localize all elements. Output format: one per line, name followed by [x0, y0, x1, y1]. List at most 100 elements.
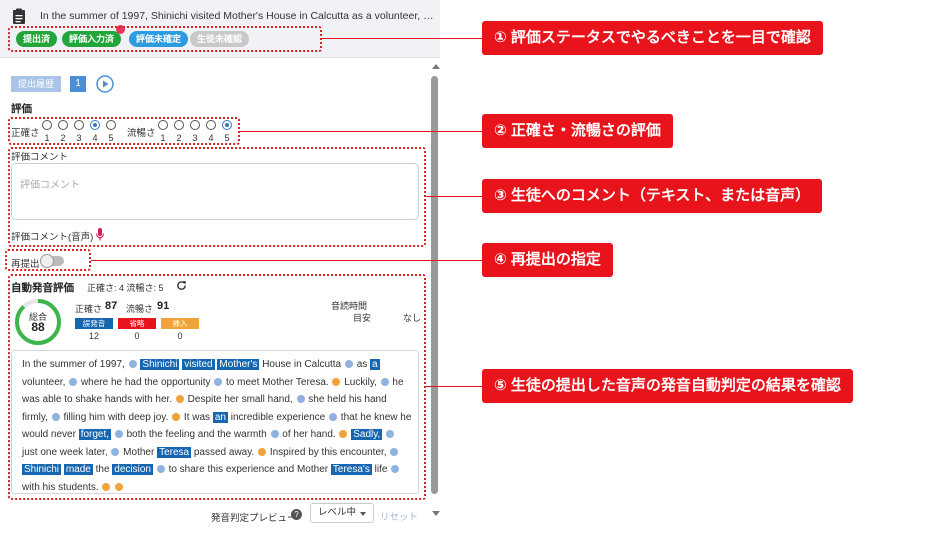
fluency-scale-label: 3 — [192, 133, 198, 143]
prompt-text: In the summer of 1997, Shinichi visited … — [40, 10, 435, 22]
auto-accuracy-label: 正確さ — [75, 304, 103, 314]
accuracy-label: 正確さ — [11, 128, 40, 139]
pause-marker-icon — [296, 395, 305, 404]
count-insertion: 0 — [177, 331, 183, 341]
passage-text: to meet Mother Teresa. — [226, 376, 332, 388]
mispronounced-word[interactable]: a — [370, 359, 380, 370]
refresh-icon[interactable] — [176, 280, 187, 291]
passage-text: It was — [183, 411, 213, 423]
pause-marker-icon — [51, 412, 60, 421]
accuracy-radio-5[interactable] — [106, 120, 116, 130]
fluency-radio-3[interactable] — [190, 120, 200, 130]
play-icon[interactable] — [96, 75, 114, 93]
connector-line-5 — [426, 386, 482, 387]
fluency-scale-label: 2 — [176, 133, 182, 143]
auto-accuracy-score: 87 — [105, 300, 118, 312]
chevron-down-icon — [360, 512, 366, 516]
long-pause-marker-icon — [115, 482, 124, 491]
callout-resubmit: ④ 再提出の指定 — [482, 243, 613, 277]
passage-text: Mother — [123, 446, 158, 458]
connector-line-4 — [91, 260, 482, 261]
mispronounced-word[interactable]: Shinichi — [22, 464, 62, 475]
passage-text: both the feeling and the warmth — [126, 429, 270, 440]
microphone-icon[interactable] — [96, 228, 104, 241]
long-pause-marker-icon — [258, 447, 267, 456]
passage-text: life — [374, 464, 391, 475]
passage-text: Luckily, — [344, 376, 380, 388]
fluency-radio-5[interactable] — [222, 120, 232, 130]
mispronounced-word[interactable]: forget, — [78, 429, 112, 440]
passage-line: Shinichi made the decision to share this… — [22, 464, 400, 475]
accuracy-radio-3[interactable] — [74, 120, 84, 130]
pause-marker-icon — [329, 412, 338, 421]
callout-rating: ② 正確さ・流暢さの評価 — [482, 114, 673, 148]
mispronounced-word[interactable]: visited — [182, 359, 215, 370]
mispronounced-word[interactable]: Mother's — [217, 359, 260, 370]
scroll-down-arrow-icon[interactable] — [432, 511, 440, 516]
mispronounced-word[interactable]: Sadly, — [351, 429, 383, 440]
callout-status: ① 評価ステータスでやるべきことを一目で確認 — [482, 21, 823, 55]
accuracy-scale-label: 4 — [92, 133, 98, 143]
connector-line-2 — [240, 131, 482, 132]
accuracy-radio-2[interactable] — [58, 120, 68, 130]
passage-line: would never forget, both the feeling and… — [22, 429, 395, 440]
resubmit-toggle-knob[interactable] — [40, 254, 54, 268]
callout-auto-eval: ⑤ 生徒の提出した音声の発音自動判定の結果を確認 — [482, 369, 853, 403]
passage-line: In the summer of 1997, Shinichi visited … — [22, 359, 380, 370]
total-score: 88 — [31, 320, 45, 334]
preview-label: 発音判定プレビュー — [211, 513, 297, 524]
badge-insertion: 挿入 — [161, 318, 199, 329]
pause-marker-icon — [111, 447, 120, 456]
accuracy-radio-4[interactable] — [90, 120, 100, 130]
accuracy-radio-1[interactable] — [42, 120, 52, 130]
pause-marker-icon — [344, 360, 353, 369]
target-value: なし — [403, 313, 422, 323]
resubmit-label: 再提出 — [11, 259, 40, 270]
long-pause-marker-icon — [332, 377, 341, 386]
reset-link[interactable]: リセット — [380, 509, 418, 523]
passage-box: In the summer of 1997, Shinichi visited … — [11, 350, 419, 494]
mispronounced-word[interactable]: Teresa's — [330, 464, 372, 475]
comment-input[interactable]: 評価コメント — [11, 163, 419, 220]
auto-eval-title: 自動発音評価 — [11, 282, 74, 294]
passage-line: was able to shake hands with her. Despit… — [22, 394, 387, 405]
passage-text: as — [356, 359, 371, 370]
help-icon[interactable]: ? — [291, 509, 302, 520]
fluency-scale-label: 1 — [160, 133, 166, 143]
count-mispronunciation: 12 — [88, 331, 99, 341]
passage-line: volunteer, where he had the opportunity … — [22, 377, 404, 388]
mispronounced-word[interactable]: made — [63, 464, 93, 475]
callout-comment: ③ 生徒へのコメント（テキスト、または音声） — [482, 179, 823, 213]
comment-placeholder: 評価コメント — [20, 180, 80, 191]
fluency-label: 流暢さ — [127, 128, 156, 139]
badge-omission: 省略 — [118, 318, 156, 329]
mispronounced-word[interactable]: decision — [112, 464, 153, 475]
auto-eval-summary: 正確さ: 4 流暢さ: 5 — [87, 283, 164, 293]
pause-marker-icon — [386, 430, 395, 439]
fluency-radio-2[interactable] — [174, 120, 184, 130]
pause-marker-icon — [128, 360, 137, 369]
fluency-radio-4[interactable] — [206, 120, 216, 130]
comment-label: 評価コメント — [11, 152, 69, 163]
passage-text: was able to shake hands with her. — [22, 394, 175, 405]
mispronounced-word[interactable]: Teresa — [157, 446, 192, 458]
evaluation-title: 評価 — [11, 103, 32, 115]
passage-text: Inspired by this encounter, — [269, 446, 390, 458]
passage-text: incredible experience — [230, 411, 329, 423]
scroll-up-arrow-icon[interactable] — [432, 64, 440, 69]
pause-marker-icon — [156, 465, 165, 474]
mispronounced-word[interactable]: an — [212, 411, 228, 423]
scrollbar-thumb[interactable] — [431, 76, 438, 494]
pause-marker-icon — [270, 430, 279, 439]
highlight-box-status — [8, 26, 322, 52]
long-pause-marker-icon — [102, 482, 111, 491]
history-number[interactable]: 1 — [70, 76, 86, 92]
accuracy-scale-label: 1 — [44, 133, 50, 143]
clipboard-icon — [13, 8, 25, 24]
mispronounced-word[interactable]: Shinichi — [140, 359, 180, 370]
pause-marker-icon — [114, 430, 123, 439]
fluency-radio-1[interactable] — [158, 120, 168, 130]
connector-line-3 — [426, 196, 482, 197]
fluency-scale-label: 4 — [208, 133, 214, 143]
history-button[interactable]: 提出履歴 — [11, 76, 61, 92]
